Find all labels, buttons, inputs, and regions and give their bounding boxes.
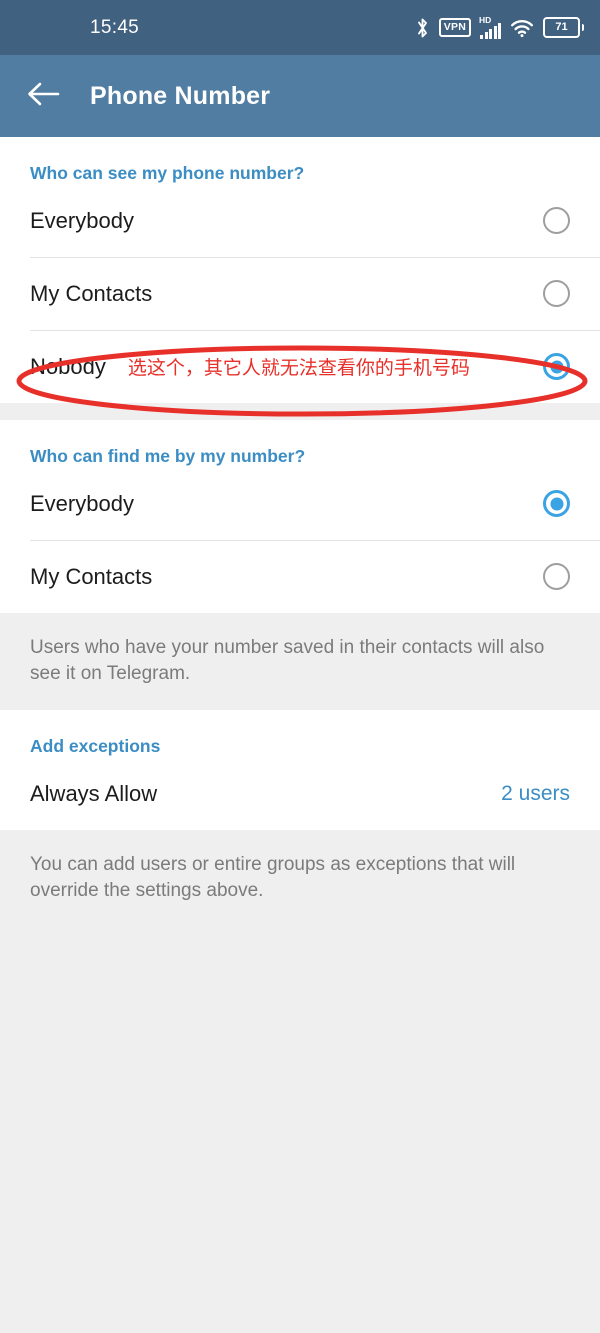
- option-row-everybody-visibility[interactable]: Everybody: [0, 184, 600, 257]
- hd-label: HD: [479, 14, 492, 25]
- option-label: Nobody: [30, 353, 106, 379]
- section-header-visibility: Who can see my phone number?: [30, 163, 305, 183]
- option-row-everybody-findability[interactable]: Everybody: [0, 467, 600, 540]
- back-button[interactable]: [12, 81, 74, 112]
- row-always-allow[interactable]: Always Allow 2 users: [0, 757, 600, 830]
- annotation-text: 选这个，其它人就无法查看你的手机号码: [127, 358, 470, 379]
- signal-bars: [480, 22, 501, 39]
- status-bar: 15:45 VPN HD 71: [0, 0, 600, 55]
- option-label: Everybody: [30, 490, 134, 516]
- battery-icon: 71: [543, 17, 584, 38]
- section-findability: Who can find me by my number? Everybody …: [0, 420, 600, 613]
- option-label: My Contacts: [30, 280, 153, 306]
- option-row-my-contacts-findability[interactable]: My Contacts: [0, 540, 600, 613]
- signal-icon: HD: [479, 14, 501, 39]
- footnote-findability: Users who have your number saved in thei…: [0, 613, 600, 711]
- battery-level-label: 71: [543, 17, 580, 38]
- footnote-exceptions: You can add users or entire groups as ex…: [0, 830, 600, 928]
- radio-my-contacts-visibility[interactable]: [543, 280, 570, 307]
- radio-my-contacts-findability[interactable]: [543, 563, 570, 590]
- radio-everybody-findability[interactable]: [543, 490, 570, 517]
- wifi-icon: [510, 18, 534, 38]
- section-header-exceptions: Add exceptions: [30, 736, 161, 757]
- radio-nobody-visibility[interactable]: [543, 353, 570, 380]
- empty-area: [0, 927, 600, 1308]
- back-arrow-icon: [26, 81, 60, 112]
- radio-everybody-visibility[interactable]: [543, 207, 570, 234]
- section-divider: [0, 403, 600, 420]
- battery-cap: [581, 24, 584, 31]
- status-time: 15:45: [90, 16, 140, 38]
- section-visibility: Who can see my phone number? Everybody M…: [0, 137, 600, 403]
- bluetooth-icon: [415, 17, 430, 39]
- vpn-icon: VPN: [438, 18, 471, 37]
- option-row-my-contacts-visibility[interactable]: My Contacts: [0, 257, 600, 330]
- option-row-nobody-visibility[interactable]: Nobody 选这个，其它人就无法查看你的手机号码: [0, 330, 600, 403]
- status-icon-group: VPN HD 71: [415, 14, 584, 39]
- always-allow-value[interactable]: 2 users: [501, 782, 570, 806]
- option-label: My Contacts: [30, 563, 153, 589]
- option-label: Everybody: [30, 207, 134, 233]
- section-header-findability: Who can find me by my number?: [30, 446, 306, 466]
- app-bar: Phone Number: [0, 55, 600, 137]
- always-allow-label: Always Allow: [30, 780, 158, 806]
- page-title: Phone Number: [90, 81, 271, 110]
- section-exceptions: Add exceptions Always Allow 2 users: [0, 710, 600, 831]
